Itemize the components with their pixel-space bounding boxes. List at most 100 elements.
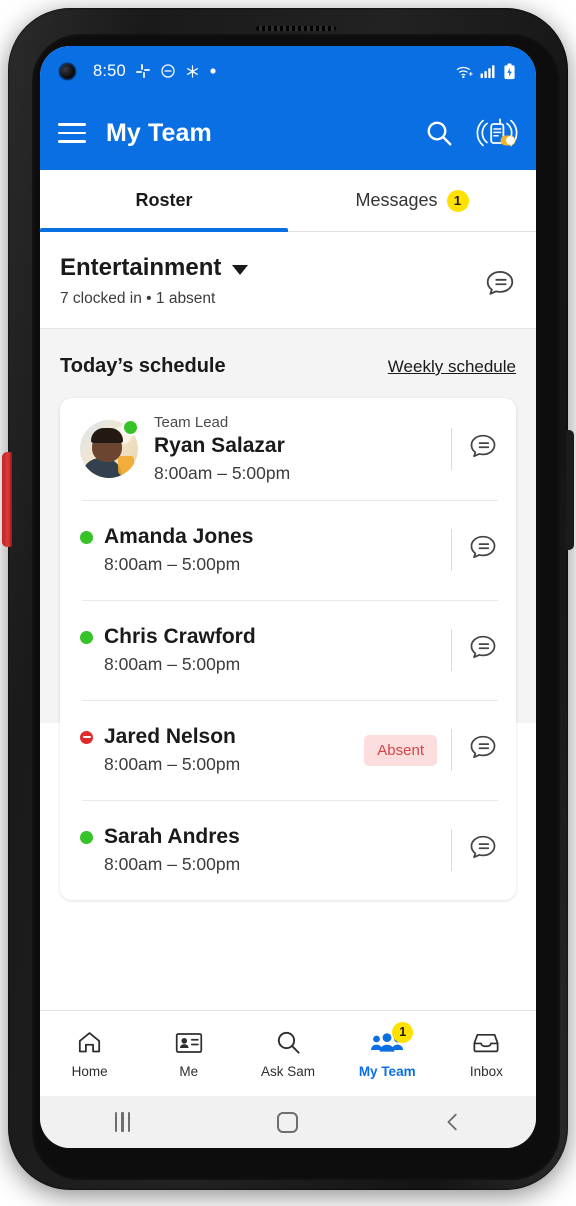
home-button[interactable] [205,1111,370,1133]
avatar [80,419,139,478]
screenshot-stage: 8:50 My Team Roster Messages 1 Entertain… [0,0,576,1206]
row-message-button[interactable] [468,633,498,668]
row-content: Team Lead Ryan Salazar 8:00am – 5:00pm [154,414,451,484]
front-camera-punchhole [60,63,75,79]
weekly-schedule-link[interactable]: Weekly schedule [388,357,516,377]
status-dot-present [122,419,139,436]
roster-card: Team Lead Ryan Salazar 8:00am – 5:00pm A… [60,398,516,900]
message-bubble-icon [470,635,496,658]
team-header: Entertainment 7 clocked in • 1 absent [40,232,536,329]
nav-label: Home [71,1063,108,1079]
status-bar: 8:50 [40,46,536,96]
home-icon [79,1032,101,1053]
snowflake-icon [186,64,198,78]
home-square-icon [277,1111,299,1133]
inbox-icon [473,1033,499,1052]
row-time: 8:00am – 5:00pm [154,463,291,483]
message-bubble-icon [486,271,514,295]
table-row[interactable]: Amanda Jones 8:00am – 5:00pm [60,500,516,600]
team-summary: 7 clocked in • 1 absent [60,290,216,307]
row-message-button[interactable] [468,833,498,868]
nav-label: My Team [358,1063,416,1079]
nav-item-me[interactable]: Me [139,1029,238,1079]
row-message-button[interactable] [468,432,498,467]
speaker-grille [256,26,336,31]
row-divider [451,529,452,571]
side-button-right[interactable] [566,430,574,550]
row-name: Chris Crawford [104,625,256,648]
schedule-section: Today’s schedule Weekly schedule Team Le… [40,329,536,900]
tab-messages-label: Messages [355,190,438,210]
nav-item-home[interactable]: Home [40,1029,139,1079]
status-time: 8:50 [93,61,126,80]
row-divider [451,829,452,871]
row-content: Jared Nelson 8:00am – 5:00pm [80,725,364,775]
dot-icon [210,68,216,74]
row-content: Chris Crawford 8:00am – 5:00pm [80,625,451,675]
nav-item-my-team[interactable]: 1 My Team [338,1021,437,1079]
hamburger-menu-icon[interactable] [58,123,86,143]
nav-badge: 1 [392,1021,414,1043]
tab-messages[interactable]: Messages 1 [288,170,536,231]
walkie-talkie-icon[interactable] [476,116,518,150]
message-bubble-icon [470,434,496,457]
phone-screen: 8:50 My Team Roster Messages 1 Entertain… [40,46,536,1148]
row-time: 8:00am – 5:00pm [104,854,241,874]
row-name: Amanda Jones [104,525,254,548]
team-message-button[interactable] [484,268,516,305]
message-bubble-icon [470,835,496,858]
row-divider [451,428,452,470]
team-name: Entertainment [60,254,222,281]
app-bar: My Team [40,96,536,170]
row-content: Sarah Andres 8:00am – 5:00pm [80,825,451,875]
battery-charging-icon [504,63,515,79]
search-icon[interactable] [424,118,454,148]
tab-roster[interactable]: Roster [40,170,288,232]
bottom-navigation: Home Me Ask Sam 1 My Team Inbox [40,1010,536,1096]
schedule-title: Today’s schedule [60,355,226,377]
nav-label: Me [179,1063,199,1079]
row-divider [451,629,452,671]
back-button[interactable] [371,1111,536,1133]
table-row[interactable]: Chris Crawford 8:00am – 5:00pm [60,600,516,700]
team-selector[interactable]: Entertainment [60,254,249,282]
table-row[interactable]: Team Lead Ryan Salazar 8:00am – 5:00pm [60,398,516,500]
cell-signal-icon [480,64,495,78]
row-message-button[interactable] [468,733,498,768]
status-dot-present [80,530,93,544]
system-navigation-bar [40,1096,536,1148]
row-time: 8:00am – 5:00pm [104,554,241,574]
do-not-disturb-icon [161,64,175,78]
id-card-icon [175,1032,202,1053]
row-name: Sarah Andres [104,825,240,848]
recents-button[interactable] [40,1112,205,1132]
wifi-icon [456,66,473,78]
row-message-button[interactable] [468,533,498,568]
row-name: Jared Nelson [104,725,236,748]
status-dot-absent [80,730,93,744]
status-badge: Absent [364,734,437,766]
nav-label: Ask Sam [261,1063,316,1079]
recents-icon [115,1112,131,1132]
table-row[interactable]: Sarah Andres 8:00am – 5:00pm [60,800,516,900]
tab-messages-badge: 1 [446,189,469,212]
side-button-red[interactable] [2,452,12,547]
tab-roster-label: Roster [135,190,193,210]
status-notification-icons [135,63,217,79]
app-bar-actions [424,116,518,150]
table-row[interactable]: Jared Nelson 8:00am – 5:00pm Absent [60,700,516,800]
row-name: Ryan Salazar [154,434,285,457]
tab-bar: Roster Messages 1 [40,170,536,232]
message-bubble-icon [470,535,496,558]
status-dot-present [80,830,93,844]
row-time: 8:00am – 5:00pm [104,754,241,774]
status-system-icons [455,63,516,80]
nav-item-ask-sam[interactable]: Ask Sam [238,1029,337,1079]
row-role: Team Lead [154,414,229,431]
chevron-down-icon [232,265,249,275]
page-title: My Team [106,118,212,147]
schedule-header: Today’s schedule Weekly schedule [60,355,516,378]
message-bubble-icon [470,735,496,758]
status-dot-present [80,630,93,644]
nav-item-inbox[interactable]: Inbox [437,1029,536,1079]
